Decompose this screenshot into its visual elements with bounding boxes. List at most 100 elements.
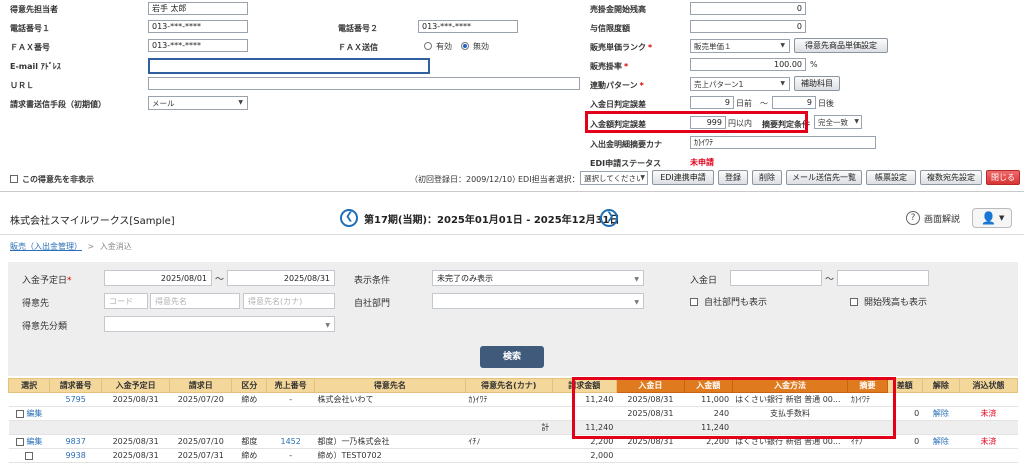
multi-recipient-button[interactable]: 複数宛先設定 bbox=[920, 170, 982, 185]
payment-date-after-input[interactable]: 9 bbox=[772, 96, 816, 109]
contact-person-label: 得意先担当者 bbox=[10, 5, 58, 14]
invoice-no-link[interactable]: 5795 bbox=[49, 392, 102, 407]
payment-date-from-input[interactable] bbox=[730, 270, 822, 286]
empty-cell bbox=[169, 406, 232, 421]
subtotal-label: 計 bbox=[465, 420, 553, 435]
select-cell bbox=[8, 392, 50, 407]
summary-condition-select[interactable]: 完全一致 ▼ bbox=[814, 115, 862, 129]
contact-person-input[interactable]: 岩手 太郎 bbox=[148, 2, 248, 15]
chevron-down-icon: ▼ bbox=[238, 99, 243, 106]
empty-cell bbox=[959, 420, 1018, 435]
percent-unit: % bbox=[810, 60, 818, 69]
close-button[interactable]: 閉じる bbox=[986, 170, 1020, 185]
col-header[interactable]: 売上番号 bbox=[266, 378, 315, 393]
memo-kana-input[interactable]: ｶ)ｲﾜﾃ bbox=[690, 136, 876, 149]
chevron-down-icon: ▼ bbox=[640, 174, 645, 181]
customer-code-input[interactable]: コード bbox=[104, 293, 148, 309]
col-header[interactable]: 入金予定日 bbox=[101, 378, 171, 393]
edi-person-select[interactable]: 選択してください ▼ bbox=[580, 171, 648, 185]
customer-kana-input[interactable]: 得意先名(カナ) bbox=[243, 293, 335, 309]
day-before-unit: 日前 bbox=[736, 99, 752, 108]
price-rank-select[interactable]: 販売単価１ ▼ bbox=[690, 39, 790, 53]
fax-send-enabled-label: 有効 bbox=[436, 42, 452, 51]
help-icon[interactable]: ? bbox=[906, 211, 920, 225]
display-condition-select[interactable]: 未完了のみ表示 ▼ bbox=[432, 270, 644, 286]
payment-date-range-separator: ～ bbox=[825, 275, 835, 285]
empty-cell bbox=[266, 406, 315, 421]
col-header[interactable]: 得意先名 bbox=[313, 378, 466, 393]
empty-cell bbox=[465, 406, 553, 421]
url-input[interactable] bbox=[148, 77, 580, 90]
show-own-dept-checkbox[interactable] bbox=[690, 298, 698, 306]
col-header[interactable]: 請求番号 bbox=[49, 378, 103, 393]
register-button[interactable]: 登録 bbox=[718, 170, 748, 185]
release-link[interactable]: 解除 bbox=[922, 406, 960, 421]
invoice-send-method-value: メール bbox=[152, 99, 175, 108]
tel2-input[interactable]: 013-***-**** bbox=[418, 20, 518, 33]
delete-button[interactable]: 削除 bbox=[752, 170, 782, 185]
col-header[interactable]: 消込状態 bbox=[958, 378, 1019, 393]
row-select-checkbox[interactable] bbox=[15, 437, 24, 446]
hide-customer-checkbox[interactable] bbox=[10, 175, 18, 183]
col-header[interactable]: 得意先名(カナ) bbox=[464, 378, 553, 393]
show-opening-balance-checkbox[interactable] bbox=[850, 298, 858, 306]
edit-link[interactable]: 編集 bbox=[26, 437, 42, 446]
release-link[interactable]: 解除 bbox=[922, 434, 960, 449]
fax-label: ＦＡＸ番号 bbox=[10, 43, 50, 52]
empty-cell bbox=[922, 448, 960, 463]
credit-limit-input[interactable]: 0 bbox=[690, 20, 806, 33]
customer-price-settings-button[interactable]: 得意先商品単価設定 bbox=[794, 38, 888, 53]
own-dept-select[interactable]: ▼ bbox=[432, 293, 644, 309]
fax-send-disabled-radio[interactable] bbox=[461, 42, 469, 50]
company-name: 株式会社スマイルワークス[Sample] bbox=[10, 216, 175, 227]
invoice-no-link[interactable]: 9837 bbox=[49, 434, 102, 449]
chevron-right-icon: ❯ bbox=[606, 211, 615, 222]
empty-cell bbox=[266, 420, 315, 435]
col-header: 選択 bbox=[7, 378, 51, 393]
user-menu-button[interactable]: 👤 ▼ bbox=[972, 208, 1012, 228]
invoice-send-method-select[interactable]: メール ▼ bbox=[148, 96, 248, 110]
chevron-down-icon: ▼ bbox=[780, 80, 785, 87]
auxiliary-account-button[interactable]: 補助科目 bbox=[794, 76, 840, 91]
ar-opening-input[interactable]: 0 bbox=[690, 2, 806, 15]
sales-rate-input[interactable]: 100.00 bbox=[690, 58, 806, 71]
help-link[interactable]: 画面解説 bbox=[924, 212, 960, 225]
tel1-input[interactable]: 013-***-**** bbox=[148, 20, 248, 33]
price-rank-label: 販売単価ランク * bbox=[590, 43, 653, 52]
credit-limit-label: 与信限度額 bbox=[590, 24, 630, 33]
fax-input[interactable]: 013-***-**** bbox=[148, 39, 248, 52]
row-select-checkbox[interactable] bbox=[15, 409, 24, 418]
empty-cell bbox=[231, 420, 267, 435]
link-pattern-select[interactable]: 売上パターン1 ▼ bbox=[690, 77, 790, 91]
customer-name-input[interactable]: 得意先名 bbox=[150, 293, 240, 309]
sales-no-link[interactable]: 1452 bbox=[266, 434, 315, 449]
row-select-checkbox[interactable] bbox=[25, 451, 34, 460]
col-header[interactable]: 請求日 bbox=[169, 378, 233, 393]
edit-link[interactable]: 編集 bbox=[26, 409, 42, 418]
empty-cell bbox=[231, 406, 267, 421]
breadcrumb-parent-link[interactable]: 販売（入出金管理） bbox=[10, 242, 82, 251]
tel2-label: 電話番号２ bbox=[338, 24, 378, 33]
email-input[interactable] bbox=[148, 58, 430, 74]
invoice-no-link[interactable]: 9938 bbox=[49, 448, 102, 463]
payment-date-before-input[interactable]: 9 bbox=[690, 96, 734, 109]
prev-period-button[interactable]: ❮ bbox=[340, 209, 358, 227]
mail-recipients-button[interactable]: メール送信先一覧 bbox=[786, 170, 862, 185]
highlight-box-payments bbox=[572, 377, 896, 439]
search-button[interactable]: 検索 bbox=[480, 346, 544, 368]
show-own-dept-label: 自社部門も表示 bbox=[704, 298, 768, 308]
edi-apply-button[interactable]: EDI連携申請 bbox=[652, 170, 714, 185]
customer-name-cell: 都度）一乃株式会社 bbox=[314, 434, 466, 449]
customer-class-select[interactable]: ▼ bbox=[104, 316, 335, 332]
payment-date-label: 入金日 bbox=[690, 276, 718, 286]
form-settings-button[interactable]: 帳票設定 bbox=[866, 170, 916, 185]
next-period-button[interactable]: ❯ bbox=[600, 209, 618, 227]
empty-cell bbox=[314, 406, 466, 421]
payment-date-to-input[interactable] bbox=[837, 270, 929, 286]
hide-customer-label: この得意先を非表示 bbox=[22, 175, 94, 184]
scheduled-from-input[interactable]: 2025/08/01 bbox=[104, 270, 212, 286]
kubun-cell: 締め bbox=[231, 448, 267, 463]
scheduled-to-input[interactable]: 2025/08/31 bbox=[227, 270, 335, 286]
fax-send-enabled-radio[interactable] bbox=[424, 42, 432, 50]
col-header[interactable]: 区分 bbox=[231, 378, 268, 393]
